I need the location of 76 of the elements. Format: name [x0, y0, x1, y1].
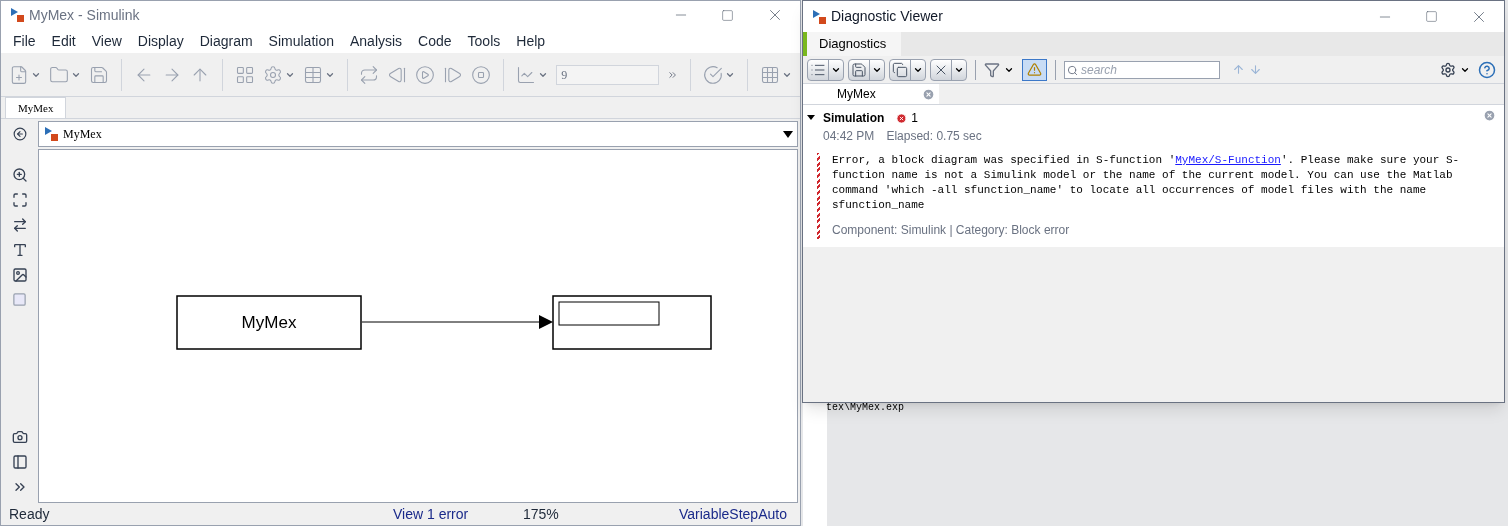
stop-time-field[interactable]: 9: [556, 64, 660, 85]
filter-icon[interactable]: [984, 61, 1000, 78]
save-icon[interactable]: [89, 64, 109, 85]
menu-item[interactable]: Simulation: [260, 30, 342, 52]
library-icon[interactable]: [234, 64, 255, 85]
back-icon[interactable]: [12, 127, 27, 141]
clear-button[interactable]: [930, 58, 967, 81]
warnings-toggle[interactable]: [1022, 58, 1047, 81]
stop-icon[interactable]: [471, 64, 492, 85]
dropdown-icon[interactable]: [783, 130, 793, 138]
dismiss-icon[interactable]: [1483, 109, 1496, 122]
check-icon[interactable]: [703, 64, 724, 85]
block-link[interactable]: MyMex/S-Function: [1175, 154, 1281, 166]
close-tab-icon[interactable]: [922, 87, 935, 101]
copy-button[interactable]: [889, 58, 926, 81]
annotation-icon[interactable]: [11, 242, 28, 258]
update-icon[interactable]: [359, 64, 380, 85]
menu-item[interactable]: Display: [129, 30, 192, 52]
camera-icon[interactable]: [11, 429, 28, 445]
view-button[interactable]: [807, 58, 844, 81]
menu-item[interactable]: Help: [508, 30, 554, 52]
window-title: MyMex - Simulink: [29, 5, 140, 25]
expanded-icon[interactable]: [807, 114, 815, 122]
settings-icon[interactable]: [1440, 61, 1456, 78]
error-message: Error, a block diagram was specified in S-function 'MyMex/S-Function'. Please make sure your S-function name is not a Simulink model or the name of the current model. You can use the Matlab command 'which -all sfunction_name' to locate all occurrences of model files with the name sfunction_name: [832, 153, 1461, 213]
time-text: 04:42 PM: [823, 128, 875, 145]
menu-item[interactable]: Tools: [459, 30, 509, 52]
block-label: MyMex: [241, 313, 297, 332]
group-title[interactable]: Simulation: [823, 109, 885, 127]
maximize-icon[interactable]: [721, 8, 734, 22]
menu-item[interactable]: Code: [410, 30, 460, 52]
save-button[interactable]: [848, 58, 885, 81]
window-title: Diagnostic Viewer: [831, 7, 943, 26]
simulink-icon: [811, 8, 827, 25]
fit-view-icon[interactable]: [11, 192, 28, 208]
signal-arrow[interactable]: [361, 315, 553, 329]
search-field[interactable]: search: [1064, 60, 1220, 79]
error-icon: [896, 112, 908, 124]
breadcrumb[interactable]: MyMex: [63, 125, 779, 143]
menu-item[interactable]: Diagram: [191, 30, 261, 52]
panel-icon[interactable]: [11, 454, 28, 470]
run-icon[interactable]: [415, 64, 436, 85]
menu-item[interactable]: Edit: [43, 30, 84, 52]
folder-icon[interactable]: [49, 64, 69, 85]
chart-icon[interactable]: [516, 64, 537, 85]
zoom-in-icon[interactable]: [11, 167, 28, 183]
save-icon: [851, 61, 867, 78]
simulink-icon: [9, 7, 25, 23]
grid-icon[interactable]: [759, 64, 780, 85]
status-link[interactable]: VariableStepAuto: [679, 505, 787, 522]
status-link[interactable]: View 1 error: [393, 505, 469, 522]
error-details: Component: Simulink | Category: Block error: [832, 222, 1071, 239]
maximize-icon[interactable]: [1425, 10, 1438, 23]
model-tab[interactable]: MyMex: [5, 97, 67, 118]
model-tab[interactable]: MyMex: [803, 84, 939, 104]
menu-item[interactable]: File: [5, 30, 44, 52]
status-text: 175%: [523, 505, 559, 522]
warning-icon: [1027, 62, 1042, 77]
arrows-icon[interactable]: [11, 217, 28, 233]
search-icon: [1067, 64, 1078, 76]
copy-icon: [892, 61, 908, 78]
block[interactable]: [176, 295, 362, 350]
display-block[interactable]: [552, 295, 712, 350]
error-count: 1: [911, 110, 919, 127]
image-icon[interactable]: [11, 267, 28, 283]
status-text: Ready: [9, 505, 50, 522]
elapsed-text: Elapsed: 0.75 sec: [886, 128, 982, 145]
breadcrumb-bar[interactable]: MyMex: [38, 121, 798, 147]
ribbon-tab[interactable]: Diagnostics: [803, 32, 901, 56]
menu-item[interactable]: Analysis: [341, 30, 411, 52]
menu-item[interactable]: View: [83, 30, 130, 52]
new-model-icon[interactable]: [9, 64, 29, 85]
console-text: tex\MyMex.exp: [826, 401, 904, 415]
table-icon[interactable]: [302, 64, 323, 85]
help-icon[interactable]: [1478, 60, 1496, 79]
model-icon: [43, 126, 59, 142]
